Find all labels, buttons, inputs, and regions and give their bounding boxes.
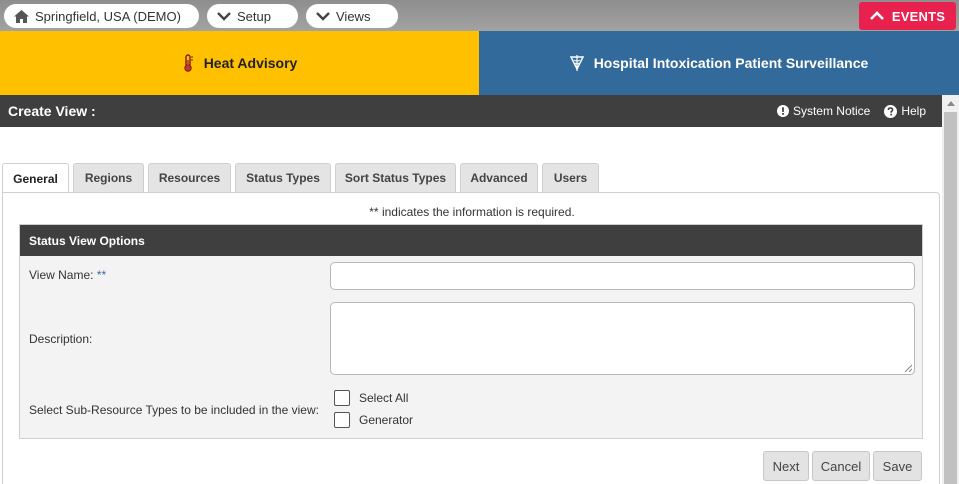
caret-up-icon xyxy=(946,101,955,106)
setup-menu-button[interactable]: Setup xyxy=(207,4,298,28)
chevron-down-icon xyxy=(316,12,330,21)
heat-advisory-banner[interactable]: Heat Advisory xyxy=(0,31,479,95)
page-title: Create View : xyxy=(8,103,96,119)
views-menu-button[interactable]: Views xyxy=(306,4,398,28)
tab-users[interactable]: Users xyxy=(542,163,599,192)
top-navigation-bar: Springfield, USA (DEMO) Setup Views EVEN… xyxy=(0,0,959,31)
tab-regions[interactable]: Regions xyxy=(73,163,144,192)
system-notice-label: System Notice xyxy=(792,104,871,118)
events-button[interactable]: EVENTS xyxy=(859,2,956,30)
next-button[interactable]: Next xyxy=(763,451,809,481)
subresource-label: Select Sub-Resource Types to be included… xyxy=(29,403,319,417)
scroll-thumb[interactable] xyxy=(944,112,957,484)
vertical-scrollbar[interactable] xyxy=(942,95,959,484)
scroll-up-arrow[interactable] xyxy=(942,95,959,112)
description-textarea[interactable] xyxy=(330,302,915,375)
tab-resources[interactable]: Resources xyxy=(148,163,231,192)
view-name-label-text: View Name: xyxy=(29,268,94,282)
thermometer-icon xyxy=(183,54,193,72)
home-icon xyxy=(14,9,29,23)
caduceus-icon xyxy=(569,55,584,71)
section-title: Status View Options xyxy=(20,225,922,256)
generator-checkbox[interactable] xyxy=(334,412,350,428)
status-view-options-section: Status View Options View Name: ** Descri… xyxy=(19,224,923,439)
chevron-up-icon xyxy=(869,11,884,20)
system-notice-link[interactable]: System Notice xyxy=(776,104,871,118)
tab-status-types[interactable]: Status Types xyxy=(235,163,331,192)
setup-label: Setup xyxy=(237,8,271,24)
view-tabs: General Regions Resources Status Types S… xyxy=(2,163,603,193)
resize-grip-icon[interactable] xyxy=(904,364,912,372)
alert-circle-icon xyxy=(776,105,789,117)
generator-label: Generator xyxy=(359,413,414,427)
tab-advanced[interactable]: Advanced xyxy=(460,163,538,192)
help-label: Help xyxy=(901,104,926,118)
page-title-bar: Create View : System Notice Help xyxy=(0,95,942,127)
select-all-option[interactable]: Select All xyxy=(334,390,408,406)
select-all-label: Select All xyxy=(359,391,409,405)
location-button[interactable]: Springfield, USA (DEMO) xyxy=(4,4,199,28)
save-button[interactable]: Save xyxy=(873,451,922,481)
tab-sort-status-types[interactable]: Sort Status Types xyxy=(335,163,456,192)
cancel-button[interactable]: Cancel xyxy=(812,451,870,481)
events-label: EVENTS xyxy=(891,8,946,24)
hospital-surveillance-label: Hospital Intoxication Patient Surveillan… xyxy=(593,55,869,71)
tab-general[interactable]: General xyxy=(2,163,69,193)
view-name-label: View Name: ** xyxy=(29,268,106,282)
chevron-down-icon xyxy=(217,12,231,21)
description-label: Description: xyxy=(29,332,93,346)
required-note: ** indicates the information is required… xyxy=(369,205,575,219)
views-label: Views xyxy=(336,8,371,24)
hospital-surveillance-banner[interactable]: Hospital Intoxication Patient Surveillan… xyxy=(479,31,959,95)
heat-advisory-label: Heat Advisory xyxy=(203,55,298,71)
help-link[interactable]: Help xyxy=(884,104,926,118)
location-label: Springfield, USA (DEMO) xyxy=(35,8,181,24)
general-tab-panel: ** indicates the information is required… xyxy=(2,192,940,484)
help-circle-icon xyxy=(884,104,898,118)
select-all-checkbox[interactable] xyxy=(334,390,350,406)
required-marker: ** xyxy=(96,268,107,282)
generator-option[interactable]: Generator xyxy=(334,412,413,428)
view-name-input[interactable] xyxy=(330,262,915,290)
